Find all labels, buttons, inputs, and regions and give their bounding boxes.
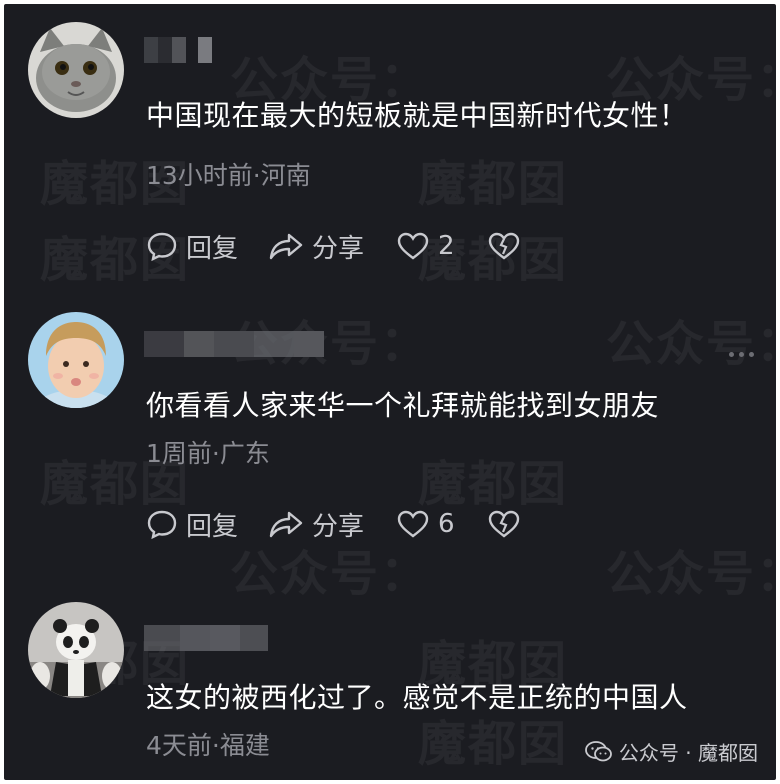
comment-actions: 回复 分享 6 [146,506,521,542]
share-button[interactable]: 分享 [268,506,364,543]
reply-label: 回复 [186,233,239,264]
reply-button[interactable]: 回复 [146,506,238,543]
like-button[interactable]: 6 [396,509,455,539]
reply-icon [147,232,177,262]
blurred-username [144,624,268,652]
dot [749,352,754,357]
reply-icon [147,510,177,540]
heart-icon [397,232,429,260]
footer-label: 公众号 · 魔都囡 [618,741,758,765]
child-avatar[interactable] [28,312,124,408]
share-label: 分享 [312,233,365,264]
like-count: 2 [438,231,455,261]
comment-item: 中国现在最大的短板就是中国新时代女性！ 13小时前·河南 回复 分享 2 [4,4,776,294]
more-options-button[interactable] [729,352,754,357]
dot [729,352,734,357]
share-icon [269,511,303,538]
like-count: 6 [438,509,455,539]
cat-avatar[interactable] [28,22,124,118]
comment-actions: 回复 分享 2 [146,228,521,264]
wechat-icon [585,740,612,761]
reply-button[interactable]: 回复 [146,228,238,265]
comment-meta: 1周前·广东 [146,439,270,468]
broken-heart-icon [488,232,519,260]
blurred-username [144,36,212,64]
comment-text: 你看看人家来华一个礼拜就能找到女朋友 [146,389,660,422]
panda-avatar[interactable] [28,602,124,698]
wechat-source-mark: 公众号 · 魔都囡 [585,737,758,766]
comment-meta: 4天前·福建 [146,731,270,760]
dislike-button[interactable] [487,231,521,261]
comment-text: 中国现在最大的短板就是中国新时代女性！ [146,99,688,132]
like-button[interactable]: 2 [396,231,455,261]
dot [739,352,744,357]
share-label: 分享 [312,511,365,542]
comment-meta: 13小时前·河南 [146,161,311,190]
dislike-button[interactable] [487,509,521,539]
comment-item: 你看看人家来华一个礼拜就能找到女朋友 1周前·广东 回复 分享 6 [4,294,776,584]
share-icon [269,233,303,260]
broken-heart-icon [488,510,519,538]
reply-label: 回复 [186,511,239,542]
blurred-username [144,330,324,358]
share-button[interactable]: 分享 [268,228,364,265]
comment-panel: 魔都囡 魔都囡 公众号： 公众号： 魔都囡 魔都囡 公众号： 公众号： 魔都囡 … [4,4,776,780]
comment-text: 这女的被西化过了。感觉不是正统的中国人 [146,681,688,714]
heart-icon [397,510,429,538]
